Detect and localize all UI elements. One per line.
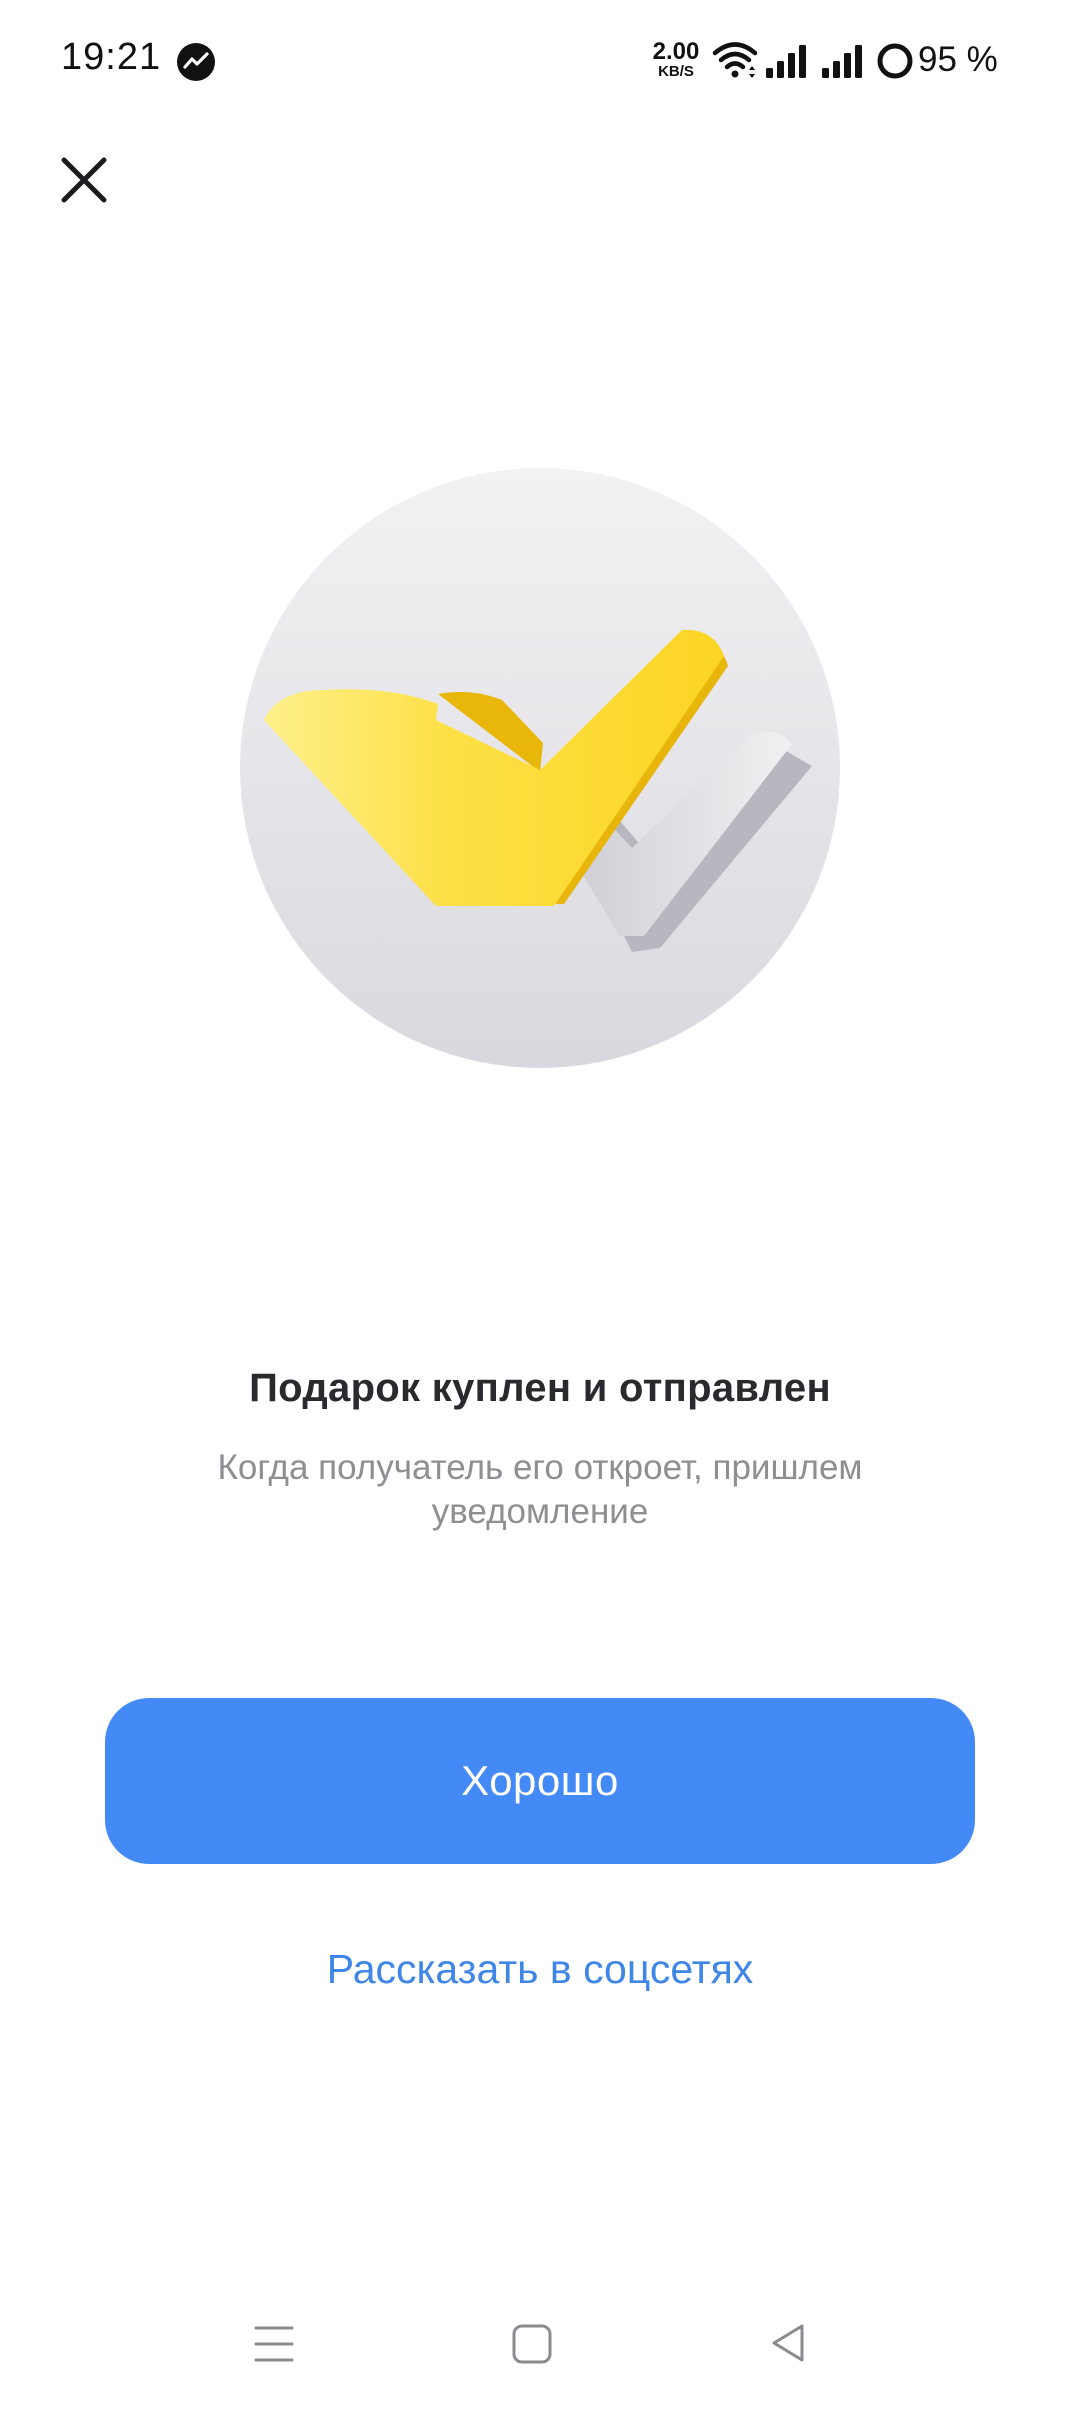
home-icon[interactable] (510, 2322, 554, 2366)
signal-icon (766, 45, 806, 78)
double-checkmark-icon (240, 468, 840, 1068)
network-speed-value: 2.00 (652, 38, 700, 65)
wifi-icon (712, 42, 758, 78)
page-title: Подарок куплен и отправлен (249, 1366, 831, 1410)
battery-ring-icon (877, 43, 913, 79)
network-speed-unit: KB/S (658, 63, 694, 80)
share-in-social-link[interactable]: Рассказать в соцсетях (0, 1946, 1080, 1993)
close-icon (61, 157, 107, 203)
ok-button[interactable]: Хорошо (105, 1698, 975, 1864)
close-button[interactable] (56, 152, 112, 208)
status-time: 19:21 (61, 36, 162, 78)
signal-icon (822, 45, 862, 78)
status-bar: 19:21 2.00 KB/S 95 % (0, 0, 1080, 124)
menu-icon[interactable] (252, 2322, 296, 2366)
battery-percentage: 95 % (918, 40, 998, 79)
messenger-icon (177, 43, 215, 81)
page-subtitle: Когда получатель его откроет, пришлем ув… (217, 1448, 863, 1531)
network-speed: 2.00 KB/S (646, 38, 706, 80)
back-icon[interactable] (766, 2320, 810, 2366)
